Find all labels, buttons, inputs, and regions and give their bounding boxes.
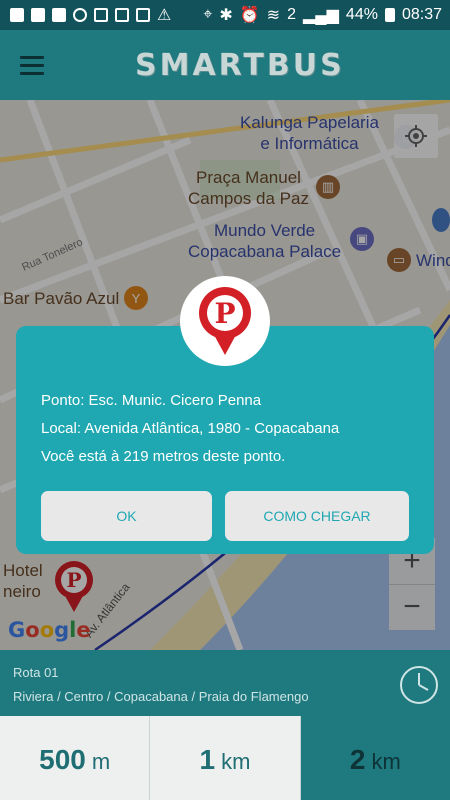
stop-name-text: Ponto: Esc. Munic. Cicero Penna: [41, 392, 262, 409]
warning-icon: ⚠: [157, 7, 172, 24]
dialog-pin-badge: P: [180, 276, 270, 366]
notification-icons: ⚠: [10, 5, 171, 25]
alarm-icon: ⏰: [239, 7, 260, 24]
wifi-icon: ≋: [266, 7, 281, 24]
clock: 08:37: [401, 6, 442, 23]
route-path: Riviera / Centro / Copacabana / Praia do…: [13, 689, 309, 704]
battery-icon: [384, 8, 395, 22]
route-name: Rota 01: [13, 665, 59, 680]
tab-value: 2: [349, 744, 366, 775]
clock-icon[interactable]: [398, 664, 440, 706]
whatsapp-icon: [73, 8, 87, 22]
gallery-icon: [94, 8, 108, 22]
bus-stop-icon: P: [199, 287, 251, 355]
bluetooth-icon: ✱: [219, 7, 233, 24]
battery-level: 44%: [345, 6, 378, 23]
directions-button[interactable]: COMO CHEGAR: [225, 491, 409, 541]
tab-value: 500: [39, 744, 86, 775]
tab-unit: km: [371, 749, 401, 774]
email-icon: [10, 8, 24, 22]
system-icons: ⌖ ✱ ⏰ ≋ 2 ▂▄▆ 44% 08:37: [203, 5, 442, 25]
location-icon: ⌖: [203, 6, 213, 23]
stop-location-text: Local: Avenida Atlântica, 1980 - Copacab…: [41, 420, 340, 437]
svg-text:P: P: [214, 297, 235, 330]
tab-500m[interactable]: 500 m: [0, 716, 149, 800]
facebook-icon: [52, 8, 66, 22]
tab-2km[interactable]: 2 km: [299, 716, 450, 800]
stop-distance-text: Você está à 219 metros deste ponto.: [41, 448, 286, 465]
menu-icon[interactable]: [0, 30, 64, 100]
tab-1km[interactable]: 1 km: [149, 716, 299, 800]
app-bar: SMARTBUS: [0, 30, 450, 100]
app-title: SMARTBUS: [135, 48, 345, 83]
distance-tabs: 500 m 1 km 2 km: [0, 716, 450, 800]
tab-value: 1: [199, 744, 216, 775]
status-bar: ⚠ ⌖ ✱ ⏰ ≋ 2 ▂▄▆ 44% 08:37: [0, 0, 450, 30]
signal-icon: ▂▄▆: [302, 7, 339, 24]
route-info-bar: Rota 01 Riviera / Centro / Copacabana / …: [0, 650, 450, 716]
image-icon: [136, 8, 150, 22]
satellite-icon: [115, 8, 129, 22]
ok-button[interactable]: OK: [41, 491, 212, 541]
tab-unit: km: [221, 749, 251, 774]
tab-unit: m: [91, 749, 111, 774]
sim-badge: 2: [287, 6, 296, 23]
facebook-icon: [31, 8, 45, 22]
